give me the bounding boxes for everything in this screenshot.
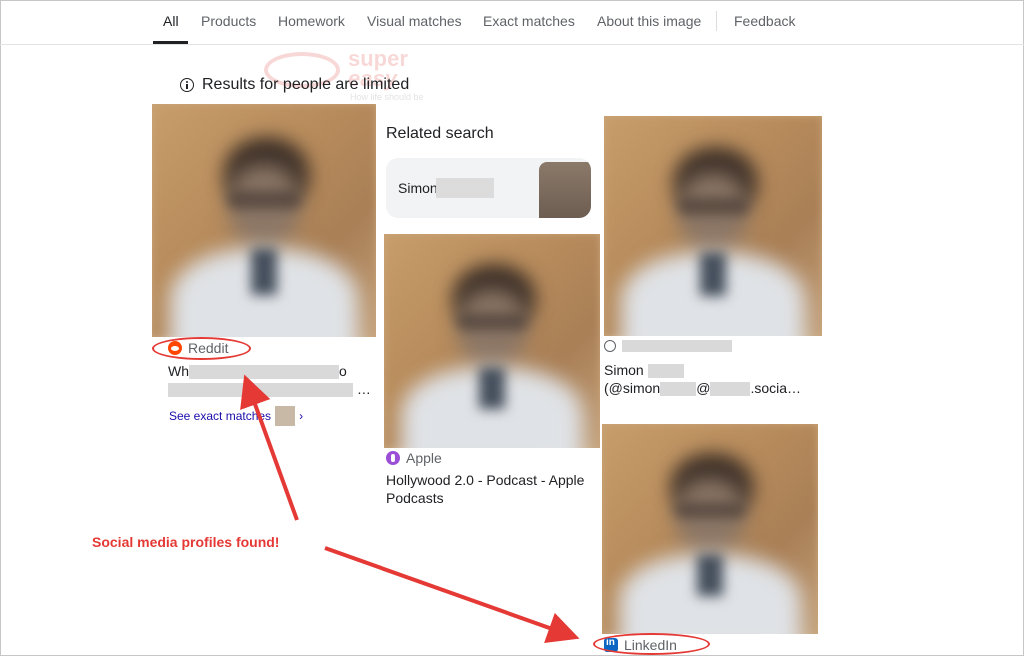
- exact-match-thumbnail: [275, 406, 296, 426]
- people-results-notice: Results for people are limited: [180, 76, 409, 94]
- result-title-apple[interactable]: Hollywood 2.0 - Podcast - Apple Podcasts: [386, 471, 596, 507]
- related-search-text: Simon: [398, 180, 438, 196]
- tab-divider: [716, 11, 717, 31]
- source-mastodon[interactable]: [604, 340, 732, 352]
- related-search-chip[interactable]: Simon: [386, 158, 591, 218]
- redacted-text: [168, 383, 353, 398]
- profile-name: Simon: [604, 362, 644, 378]
- redacted-text: [710, 382, 751, 397]
- annotation-oval-linkedin: [593, 633, 710, 655]
- see-exact-matches-label: See exact matches: [169, 409, 272, 423]
- tab-homework[interactable]: Homework: [278, 13, 345, 29]
- apple-podcasts-icon: [386, 451, 400, 465]
- tab-bar: All Products Homework Visual matches Exa…: [0, 0, 1024, 45]
- active-tab-indicator: [153, 41, 188, 44]
- tab-about-this-image[interactable]: About this image: [597, 13, 701, 29]
- title-start: Wh: [168, 363, 189, 379]
- related-search-heading: Related search: [386, 125, 494, 142]
- redacted-text: [189, 365, 339, 380]
- info-icon: [180, 78, 194, 92]
- related-search-thumbnail: [539, 162, 591, 218]
- result-image-reddit[interactable]: [152, 104, 376, 337]
- redacted-text: [436, 178, 494, 198]
- result-title-mastodon[interactable]: Simon (@simon @ .socia…: [604, 361, 819, 397]
- result-image-linkedin[interactable]: [602, 424, 818, 634]
- tab-feedback[interactable]: Feedback: [734, 13, 795, 29]
- mastodon-icon: [604, 340, 616, 352]
- annotation-text: Social media profiles found!: [92, 534, 280, 550]
- handle-at: @: [696, 380, 711, 396]
- tab-products[interactable]: Products: [201, 13, 256, 29]
- result-image-mastodon[interactable]: [604, 116, 822, 336]
- chevron-right-icon: ›: [299, 409, 304, 423]
- tab-visual-matches[interactable]: Visual matches: [367, 13, 462, 29]
- title-suffix: o: [339, 363, 347, 379]
- see-exact-matches-link[interactable]: See exact matches ›: [169, 406, 303, 426]
- notice-text: Results for people are limited: [202, 76, 410, 93]
- source-label: Apple: [406, 450, 442, 466]
- handle-end: .socia…: [750, 380, 802, 396]
- handle-start: (@simon: [604, 380, 661, 396]
- title-ellipsis: …: [356, 381, 371, 397]
- annotation-oval-reddit: [152, 337, 251, 360]
- watermark-logo: super easy How life should be: [262, 46, 462, 104]
- tab-all[interactable]: All: [163, 13, 179, 29]
- redacted-text: [647, 364, 684, 379]
- result-title-reddit[interactable]: Wh o …: [168, 362, 378, 398]
- tab-exact-matches[interactable]: Exact matches: [483, 13, 575, 29]
- redacted-source: [622, 340, 732, 352]
- source-apple[interactable]: Apple: [386, 450, 442, 466]
- result-image-apple[interactable]: [384, 234, 600, 448]
- redacted-text: [660, 382, 697, 397]
